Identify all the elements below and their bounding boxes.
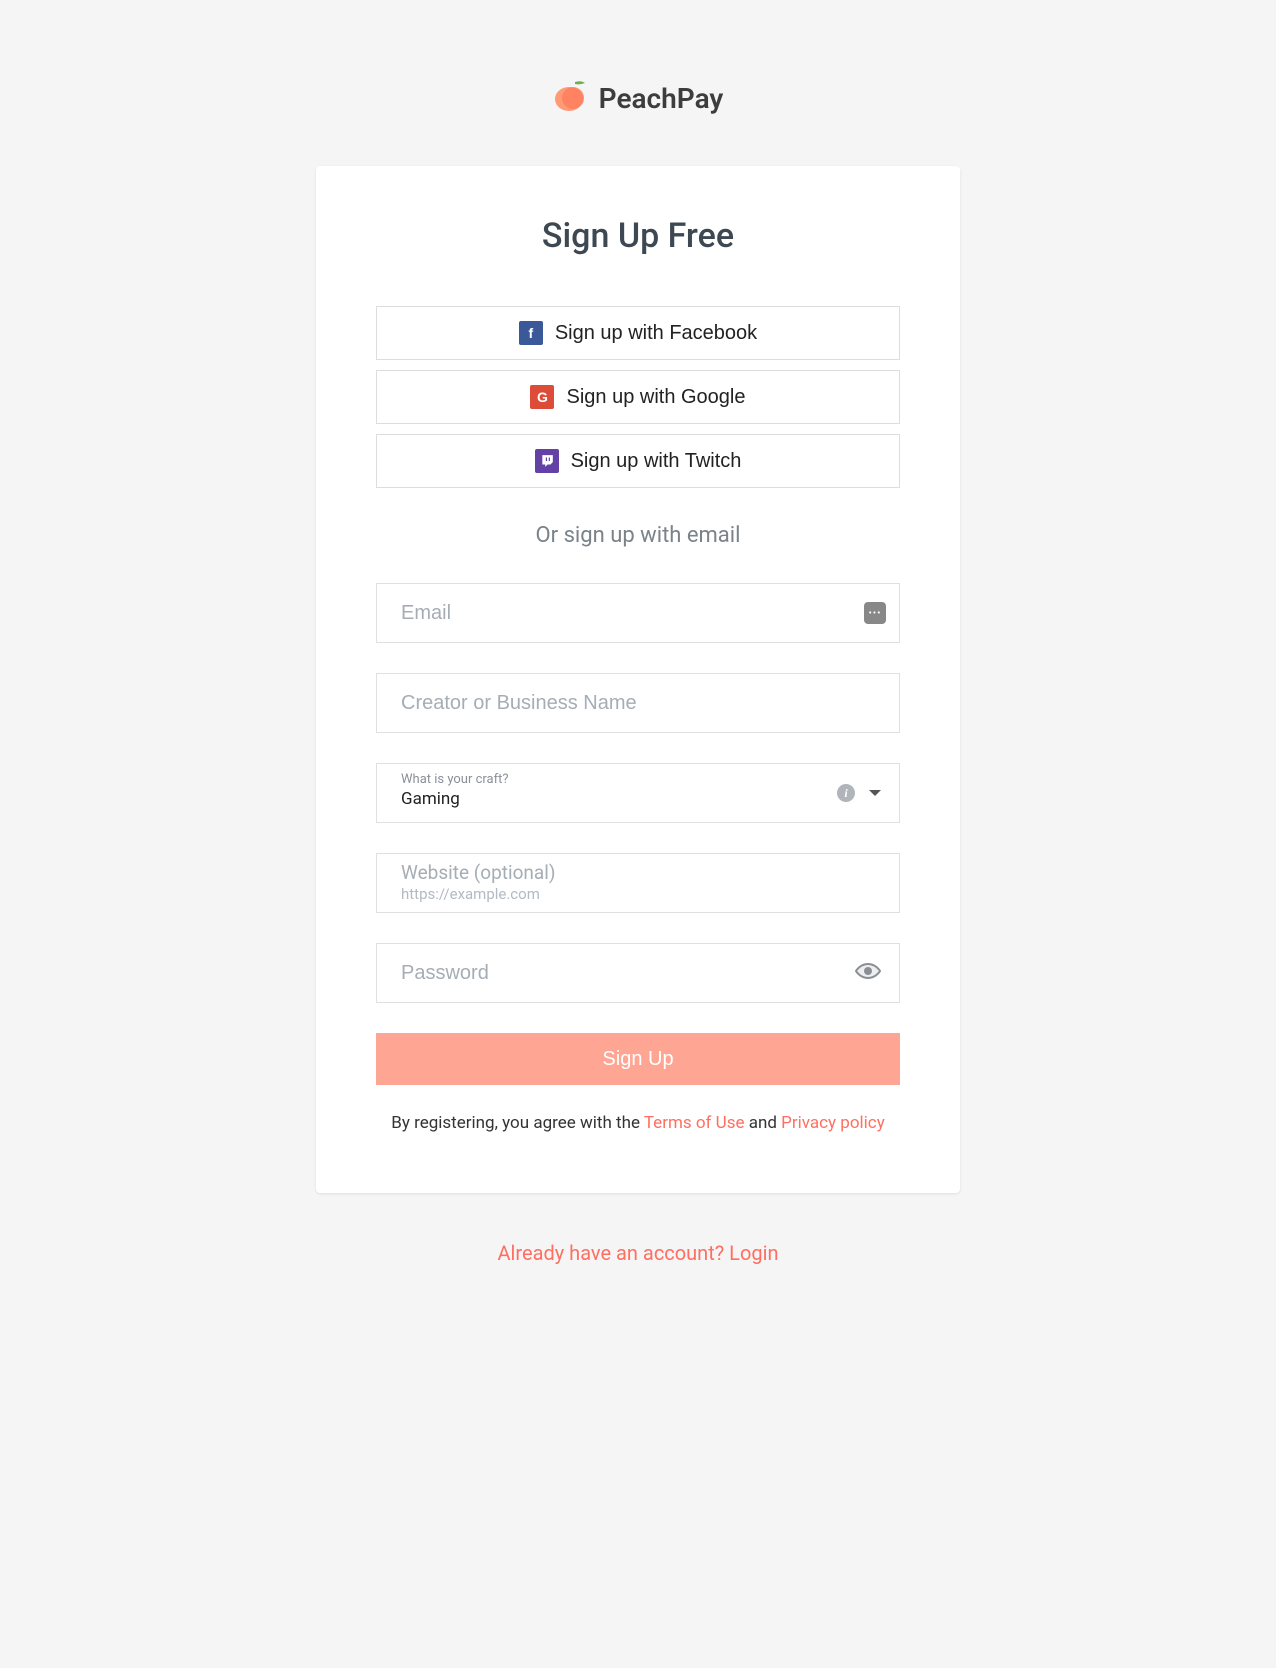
brand-name: PeachPay (599, 82, 724, 115)
signup-submit-button[interactable]: Sign Up (376, 1033, 900, 1085)
terms-text: By registering, you agree with the Terms… (376, 1113, 900, 1133)
email-input[interactable] (376, 583, 900, 643)
brand-logo: PeachPay (553, 80, 724, 116)
signup-twitch-button[interactable]: Sign up with Twitch (376, 434, 900, 488)
website-input[interactable]: Website (optional) https://example.com (376, 853, 900, 913)
page-title: Sign Up Free (376, 216, 900, 256)
google-icon: G (530, 385, 554, 409)
peach-icon (553, 80, 589, 116)
login-link[interactable]: Already have an account? Login (497, 1241, 778, 1265)
signup-twitch-label: Sign up with Twitch (571, 450, 742, 473)
eye-icon[interactable] (854, 961, 882, 985)
divider-text: Or sign up with email (376, 523, 900, 548)
business-name-input[interactable] (376, 673, 900, 733)
password-field-wrap (376, 943, 900, 1003)
name-field-wrap (376, 673, 900, 733)
privacy-policy-link[interactable]: Privacy policy (781, 1113, 885, 1133)
craft-select[interactable]: What is your craft? Gaming i (376, 763, 900, 823)
website-label: Website (optional) (401, 862, 875, 885)
password-manager-icon[interactable]: ••• (864, 602, 886, 624)
signup-google-label: Sign up with Google (566, 386, 745, 409)
facebook-icon: f (519, 321, 543, 345)
info-icon[interactable]: i (837, 784, 855, 802)
signup-card: Sign Up Free f Sign up with Facebook G S… (316, 166, 960, 1193)
craft-label: What is your craft? (401, 772, 829, 787)
signup-facebook-button[interactable]: f Sign up with Facebook (376, 306, 900, 360)
email-field-wrap: ••• (376, 583, 900, 643)
signup-facebook-label: Sign up with Facebook (555, 322, 757, 345)
twitch-icon (535, 449, 559, 473)
terms-of-use-link[interactable]: Terms of Use (644, 1113, 745, 1133)
craft-value: Gaming (401, 789, 829, 809)
password-input[interactable] (376, 943, 900, 1003)
signup-google-button[interactable]: G Sign up with Google (376, 370, 900, 424)
chevron-down-icon (869, 790, 881, 796)
website-placeholder: https://example.com (401, 885, 875, 903)
